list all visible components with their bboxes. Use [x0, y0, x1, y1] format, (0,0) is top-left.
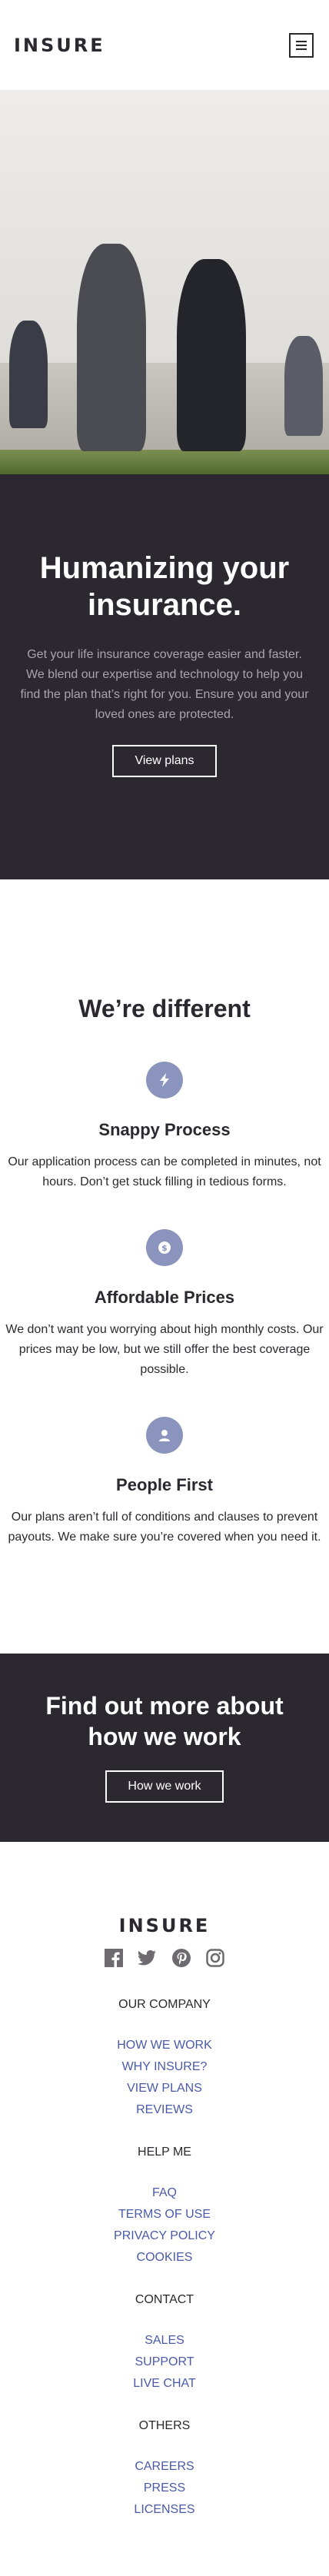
site-footer: INSURE OUR COMPANY HOW WE WORK WHY INSUR… — [0, 1842, 329, 2576]
dollar-icon: $ — [146, 1229, 183, 1266]
footer-logo[interactable]: INSURE — [0, 1915, 329, 1936]
hero-title: Humanizing your insurance. — [39, 551, 290, 622]
person-icon — [146, 1417, 183, 1454]
hamburger-icon-line — [296, 44, 307, 46]
footer-link-how-we-work[interactable]: HOW WE WORK — [0, 2035, 329, 2056]
feature-text: Our application process can be completed… — [8, 1155, 321, 1188]
facebook-icon[interactable] — [105, 1949, 123, 1967]
footer-link-licenses[interactable]: LICENSES — [0, 2499, 329, 2521]
footer-link-faq[interactable]: FAQ — [0, 2182, 329, 2204]
footer-link-careers[interactable]: CAREERS — [0, 2456, 329, 2478]
feature-snappy-process: Snappy Process Our application process c… — [0, 1062, 329, 1192]
footer-link-live-chat[interactable]: LIVE CHAT — [0, 2373, 329, 2395]
footer-group-others: OTHERS CAREERS PRESS LICENSES — [0, 2419, 329, 2521]
different-title: We’re different — [78, 995, 251, 1022]
hero-description: Get your life insurance coverage easier … — [20, 648, 309, 721]
footer-link-privacy[interactable]: PRIVACY POLICY — [0, 2225, 329, 2247]
hamburger-icon — [296, 40, 307, 42]
social-links — [0, 1949, 329, 1967]
feature-text: Our plans aren’t full of conditions and … — [8, 1511, 321, 1544]
site-header: INSURE — [0, 0, 329, 90]
hero-image — [0, 90, 329, 474]
footer-group-title: OUR COMPANY — [118, 1998, 211, 2011]
hamburger-icon-line — [296, 48, 307, 50]
feature-title: Snappy Process — [98, 1120, 231, 1139]
footer-group-help: HELP ME FAQ TERMS OF USE PRIVACY POLICY … — [0, 2146, 329, 2269]
person-woman — [177, 259, 246, 451]
pinterest-icon[interactable] — [172, 1949, 191, 1967]
footer-link-press[interactable]: PRESS — [0, 2478, 329, 2499]
view-plans-button[interactable]: View plans — [112, 745, 217, 777]
footer-link-view-plans[interactable]: VIEW PLANS — [0, 2078, 329, 2099]
footer-link-cookies[interactable]: COOKIES — [0, 2247, 329, 2269]
footer-link-terms[interactable]: TERMS OF USE — [0, 2204, 329, 2225]
footer-group-company: OUR COMPANY HOW WE WORK WHY INSURE? VIEW… — [0, 1998, 329, 2121]
site-logo[interactable]: INSURE — [14, 35, 105, 56]
footer-group-title: OTHERS — [138, 2419, 191, 2432]
footer-link-support[interactable]: SUPPORT — [0, 2352, 329, 2373]
footer-link-reviews[interactable]: REVIEWS — [0, 2099, 329, 2121]
footer-group-title: CONTACT — [135, 2293, 194, 2306]
how-we-work-button[interactable]: How we work — [105, 1770, 224, 1803]
feature-people-first: People First Our plans aren’t full of co… — [0, 1417, 329, 1547]
instagram-icon[interactable] — [206, 1949, 224, 1967]
hero-image-sidewalk — [0, 363, 329, 463]
menu-button[interactable] — [289, 32, 314, 58]
person-child-right — [284, 336, 323, 436]
hero-image-wall — [0, 90, 329, 363]
twitter-icon[interactable] — [138, 1949, 157, 1967]
feature-text: We don’t want you worrying about high mo… — [5, 1323, 324, 1376]
footer-link-why-insure[interactable]: WHY INSURE? — [0, 2056, 329, 2078]
footer-group-contact: CONTACT SALES SUPPORT LIVE CHAT — [0, 2293, 329, 2395]
footer-group-title: HELP ME — [138, 2146, 191, 2159]
person-man — [77, 244, 146, 451]
feature-title: Affordable Prices — [94, 1288, 235, 1307]
svg-text:$: $ — [161, 1243, 168, 1253]
feature-title: People First — [116, 1475, 213, 1494]
cta-section: Find out more about how we work How we w… — [0, 1654, 329, 1842]
person-child-left — [9, 321, 48, 428]
footer-link-sales[interactable]: SALES — [0, 2330, 329, 2352]
lightning-icon — [146, 1062, 183, 1099]
cta-title: Find out more about how we work — [45, 1692, 284, 1750]
different-section: We’re different Snappy Process Our appli… — [0, 879, 329, 1654]
hero-image-grass — [0, 450, 329, 474]
feature-affordable-prices: $ Affordable Prices We don’t want you wo… — [0, 1229, 329, 1380]
hero-section: Humanizing your insurance. Get your life… — [0, 474, 329, 879]
